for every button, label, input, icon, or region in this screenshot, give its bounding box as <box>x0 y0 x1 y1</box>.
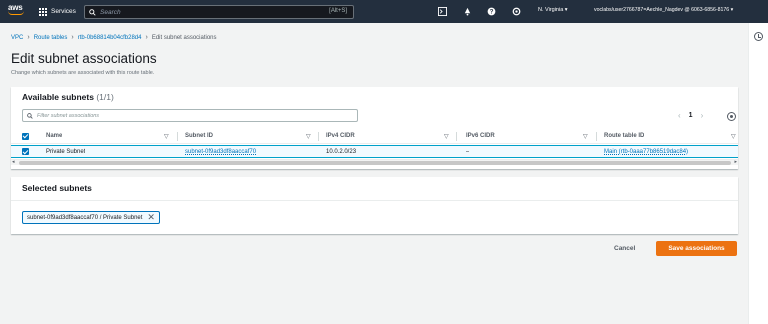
search-icon <box>27 112 33 119</box>
breadcrumb-route-table-id[interactable]: rtb-0b68814b04cfb28d4 <box>78 35 142 41</box>
scroll-right-icon[interactable]: ▸ <box>734 159 737 165</box>
breadcrumb-vpc[interactable]: VPC <box>11 35 23 41</box>
available-subnets-count: (1/1) <box>96 92 114 102</box>
next-page-icon[interactable]: › <box>701 111 704 120</box>
global-search-bar[interactable]: [Alt+S] <box>84 5 354 19</box>
services-menu-button[interactable]: Services <box>39 5 76 18</box>
available-subnets-panel: Available subnets (1/1) ‹ 1 › Name ▽ Sub… <box>11 87 738 169</box>
breadcrumb: VPC › Route tables › rtb-0b68814b04cfb28… <box>11 34 217 41</box>
help-icon[interactable]: ? <box>486 6 497 17</box>
select-all-checkbox[interactable] <box>22 129 29 143</box>
scroll-left-icon[interactable]: ◂ <box>12 159 15 165</box>
column-header-route-table-id[interactable]: Route table ID <box>604 129 644 143</box>
cell-name: Private Subnet <box>46 148 86 155</box>
notifications-bell-icon[interactable] <box>462 6 473 17</box>
available-subnets-heading: Available subnets (1/1) <box>22 92 114 102</box>
services-label: Services <box>51 8 76 15</box>
sort-down-icon[interactable]: ▽ <box>164 129 169 143</box>
selected-subnets-title: Selected subnets <box>22 183 92 193</box>
cell-route-table-link[interactable]: Main (rtb-0aaa77b86519dac84) <box>604 146 736 157</box>
subnet-filter-field[interactable] <box>22 109 358 122</box>
sort-down-icon[interactable]: ▽ <box>583 129 588 143</box>
checkbox-checked-icon <box>22 132 29 140</box>
column-header-subnet-id[interactable]: Subnet ID <box>185 129 213 143</box>
cell-ipv6-cidr: – <box>466 148 470 155</box>
selected-subnet-token: subnet-0f9ad3df8aaccaf70 / Private Subne… <box>22 211 160 224</box>
cell-subnet-id-link[interactable]: subnet-0f9ad3df8aaccaf70 <box>185 146 256 157</box>
checkbox-checked-icon <box>22 148 29 155</box>
sort-down-icon[interactable]: ▽ <box>731 129 736 143</box>
chevron-right-icon: › <box>27 34 30 41</box>
save-associations-button[interactable]: Save associations <box>656 241 737 256</box>
region-selector[interactable]: N. Virginia ▾ <box>538 7 568 13</box>
breadcrumb-current: Edit subnet associations <box>151 34 217 41</box>
column-header-ipv4-cidr[interactable]: IPv4 CIDR <box>326 129 355 143</box>
account-menu[interactable]: voclabs/user2766787=Aechle_Nagdev @ 6063… <box>594 7 733 13</box>
cancel-button[interactable]: Cancel <box>614 242 635 255</box>
available-subnets-title: Available subnets <box>22 92 94 102</box>
cell-ipv4-cidr: 10.0.2.0/23 <box>326 148 357 155</box>
global-search-input[interactable] <box>100 8 300 16</box>
breadcrumb-route-tables[interactable]: Route tables <box>34 35 68 41</box>
page-title: Edit subnet associations <box>11 51 157 66</box>
current-page-number[interactable]: 1 <box>689 112 693 119</box>
horizontal-scrollbar[interactable]: ◂ ▸ <box>11 159 738 165</box>
settings-gear-icon[interactable] <box>511 6 522 17</box>
pagination: ‹ 1 › <box>678 111 703 120</box>
sort-down-icon[interactable]: ▽ <box>306 129 311 143</box>
panel-divider <box>11 200 738 201</box>
right-utility-panel <box>748 23 768 324</box>
column-header-name[interactable]: Name <box>46 129 62 143</box>
table-row[interactable]: Private Subnet subnet-0f9ad3df8aaccaf70 … <box>11 145 738 158</box>
subnet-filter-input[interactable] <box>37 112 337 119</box>
selected-subnets-panel: Selected subnets subnet-0f9ad3df8aaccaf7… <box>11 177 738 234</box>
selected-subnet-token-label: subnet-0f9ad3df8aaccaf70 / Private Subne… <box>27 214 143 221</box>
aws-logo-text: aws <box>8 3 23 12</box>
table-header: Name ▽ Subnet ID ▽ IPv4 CIDR ▽ IPv6 CIDR… <box>11 129 738 144</box>
sort-down-icon[interactable]: ▽ <box>444 129 449 143</box>
column-header-ipv6-cidr[interactable]: IPv6 CIDR <box>466 129 495 143</box>
scrollbar-thumb[interactable] <box>19 161 731 165</box>
table-preferences-gear-icon[interactable] <box>727 112 736 121</box>
svg-text:?: ? <box>490 9 494 16</box>
chevron-right-icon: › <box>145 34 148 41</box>
remove-token-close-icon[interactable]: ✕ <box>147 212 155 223</box>
clock-history-icon[interactable] <box>754 32 763 41</box>
grid-icon <box>39 7 47 16</box>
search-icon <box>89 8 96 16</box>
prev-page-icon[interactable]: ‹ <box>678 111 681 120</box>
chevron-right-icon: › <box>71 34 74 41</box>
cloudshell-icon[interactable] <box>437 6 448 17</box>
page-description: Change which subnets are associated with… <box>11 70 155 76</box>
row-checkbox[interactable] <box>22 146 29 157</box>
aws-logo[interactable]: aws <box>8 4 30 19</box>
search-shortcut-hint: [Alt+S] <box>329 8 347 14</box>
top-navigation: aws Services [Alt+S] ? N. Virginia ▾ voc… <box>0 0 768 23</box>
